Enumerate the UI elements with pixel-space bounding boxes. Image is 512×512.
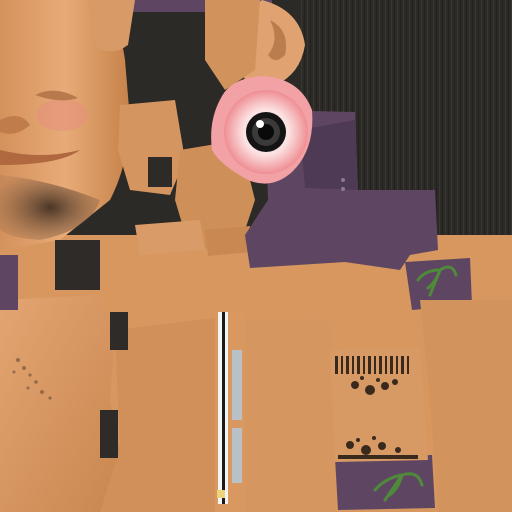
cheek-blush — [36, 99, 88, 131]
stripe-grey — [232, 428, 242, 483]
gap-dark — [110, 312, 128, 350]
knuckles — [135, 220, 205, 255]
stripe-black — [222, 312, 225, 504]
gap-dark — [100, 410, 118, 458]
skin-texture-atlas — [0, 0, 512, 512]
sleeve-edge — [0, 255, 18, 310]
texture-canvas — [0, 0, 512, 512]
button — [341, 187, 345, 191]
leg-panel — [240, 318, 335, 512]
torso-front — [0, 295, 120, 512]
eye-highlight — [256, 120, 264, 128]
button — [341, 178, 345, 182]
stripe-marker — [217, 490, 225, 498]
gap-dark — [55, 240, 100, 290]
ear-left — [88, 0, 135, 52]
gap-dark — [148, 157, 172, 187]
fingers — [205, 226, 252, 256]
stripe-grey — [232, 350, 242, 420]
